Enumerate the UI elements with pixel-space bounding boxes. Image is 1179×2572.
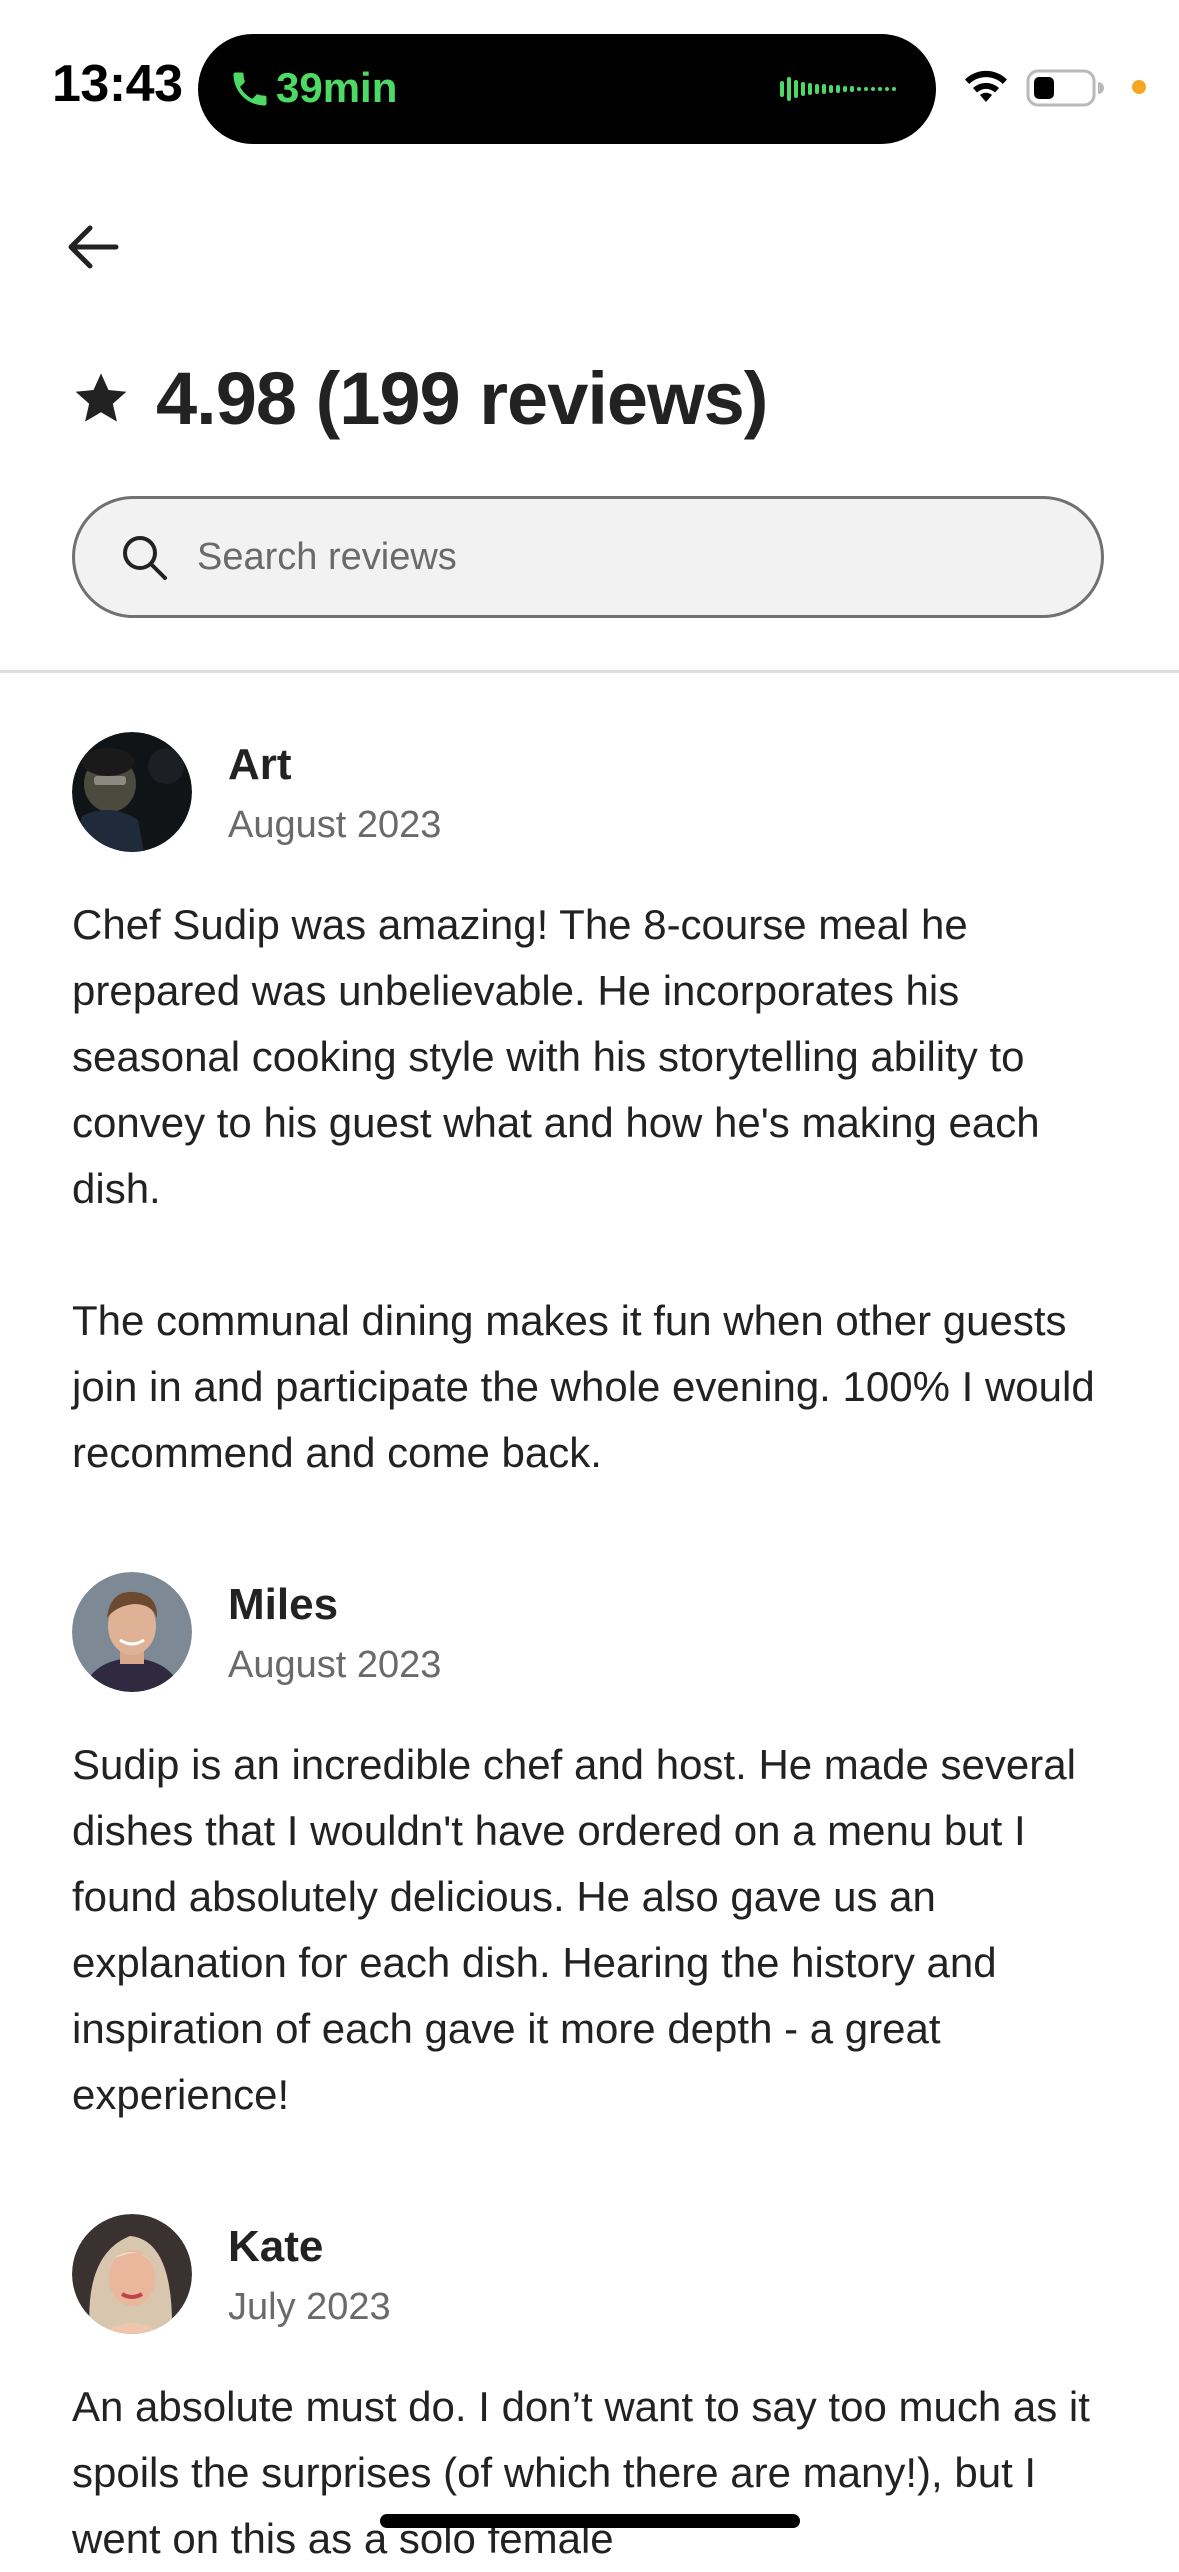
reviewer-name[interactable]: Miles: [228, 1580, 338, 1630]
rating-title: 4.98 (199 reviews): [156, 356, 768, 440]
call-duration: 39min: [276, 64, 398, 111]
back-arrow-icon[interactable]: [58, 212, 128, 282]
search-reviews-field[interactable]: [72, 496, 1104, 618]
review-text: Sudip is an incredible chef and host. He…: [72, 1732, 1112, 2128]
review-text: An absolute must do. I don’t want to say…: [72, 2374, 1112, 2572]
avatar[interactable]: [72, 732, 192, 852]
rating-summary: 4.98 (199 reviews): [72, 350, 768, 446]
review-paragraph: The communal dining makes it fun when ot…: [72, 1297, 1095, 1476]
battery-icon: [1026, 69, 1104, 107]
reviewer-name[interactable]: Kate: [228, 2222, 323, 2272]
active-call-pill[interactable]: 39min: [198, 34, 936, 144]
wifi-icon: [965, 70, 1007, 102]
avatar[interactable]: [72, 2214, 192, 2334]
header-divider: [0, 670, 1179, 673]
privacy-indicator-dot: [1132, 80, 1146, 94]
review-date: July 2023: [228, 2286, 391, 2328]
review-paragraph: Sudip is an incredible chef and host. He…: [72, 1741, 1076, 2118]
avatar[interactable]: [72, 1572, 192, 1692]
home-indicator[interactable]: [380, 2514, 800, 2528]
search-icon: [123, 536, 167, 580]
review-paragraph: Chef Sudip was amazing! The 8-course mea…: [72, 901, 1040, 1212]
reviewer-name[interactable]: Art: [228, 740, 292, 790]
star-icon: [75, 373, 127, 422]
phone-icon: [233, 72, 267, 106]
status-time: 13:43: [52, 55, 183, 113]
review-paragraph: An absolute must do. I don’t want to say…: [72, 2383, 1090, 2562]
review-date: August 2023: [228, 1644, 442, 1686]
status-bar: 13:43 39min: [0, 0, 1179, 150]
search-input[interactable]: [195, 534, 999, 580]
review-text: Chef Sudip was amazing! The 8-course mea…: [72, 892, 1112, 1486]
audio-waveform-icon: [780, 77, 896, 101]
review-date: August 2023: [228, 804, 442, 846]
